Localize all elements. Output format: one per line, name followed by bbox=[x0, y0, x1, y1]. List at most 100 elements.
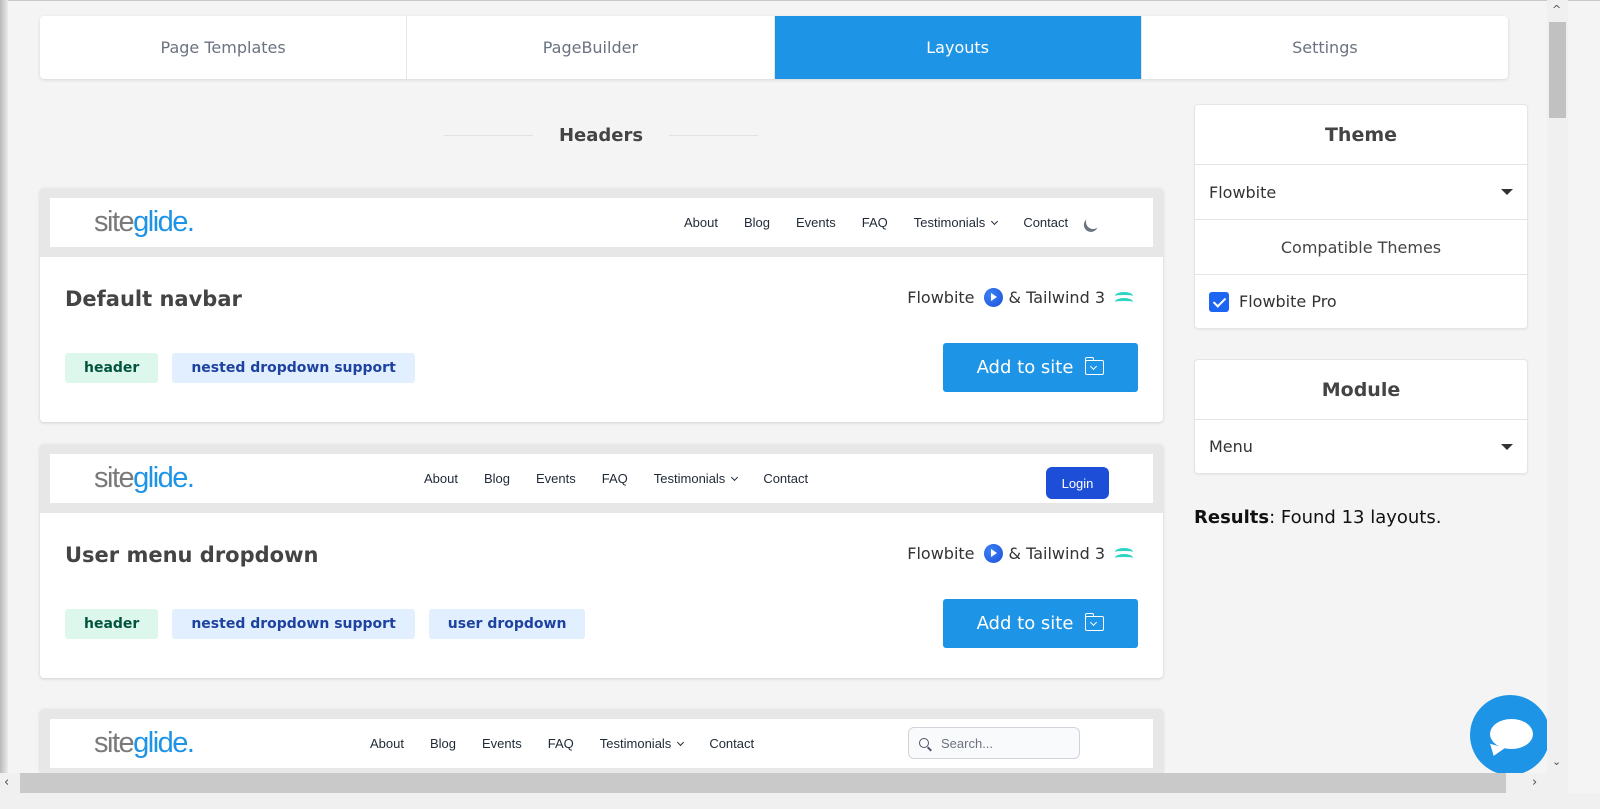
nav-item-about: About bbox=[370, 736, 404, 751]
scroll-down-icon[interactable]: ⌄ bbox=[1552, 755, 1561, 768]
module-filter-panel: Module Menu bbox=[1194, 359, 1528, 474]
window-left-edge bbox=[0, 0, 8, 809]
nav-item-contact: Contact bbox=[709, 736, 755, 751]
folder-download-icon bbox=[1084, 613, 1105, 631]
chevron-down-icon bbox=[731, 473, 739, 481]
module-selected-value: Menu bbox=[1209, 437, 1253, 456]
layout-title: User menu dropdown bbox=[65, 543, 319, 567]
add-to-site-button[interactable]: Add to site bbox=[943, 343, 1138, 392]
tailwind-icon bbox=[1115, 291, 1135, 304]
compatibility-info: Flowbite & Tailwind 3 bbox=[907, 544, 1135, 563]
chevron-down-icon bbox=[991, 217, 999, 225]
results-text: : Found 13 layouts. bbox=[1269, 507, 1442, 528]
chat-button[interactable] bbox=[1470, 695, 1550, 775]
search-icon bbox=[919, 738, 929, 748]
results-label: Results bbox=[1194, 507, 1270, 528]
preview-nav: About Blog Events FAQ Testimonials Conta… bbox=[370, 719, 780, 768]
theme-selected-value: Flowbite bbox=[1209, 182, 1277, 202]
preview-nav: About Blog Events FAQ Testimonials Conta… bbox=[684, 198, 1094, 247]
tab-pagebuilder[interactable]: PageBuilder bbox=[407, 16, 775, 79]
scroll-right-icon[interactable]: › bbox=[1532, 775, 1537, 790]
scroll-up-icon[interactable]: ^ bbox=[1552, 3, 1561, 16]
add-to-site-label: Add to site bbox=[976, 357, 1074, 378]
nav-item-blog: Blog bbox=[429, 736, 457, 751]
flowbite-icon bbox=[983, 544, 1003, 563]
window-bottom-edge bbox=[0, 793, 1600, 809]
horizontal-scrollbar[interactable]: ‹ › bbox=[0, 773, 1568, 793]
compat-framework: & Tailwind 3 bbox=[1008, 544, 1105, 563]
compat-framework: & Tailwind 3 bbox=[1008, 288, 1105, 307]
add-to-site-label: Add to site bbox=[976, 613, 1074, 634]
nav-item-events: Events bbox=[536, 471, 576, 486]
flowbite-pro-checkbox[interactable] bbox=[1209, 291, 1229, 312]
layout-card: siteglide. About Blog Events FAQ Testimo… bbox=[40, 709, 1163, 773]
nav-item-testimonials: Testimonials bbox=[914, 215, 999, 230]
results-summary: Results: Found 13 layouts. bbox=[1194, 507, 1441, 528]
nav-item-blog: Blog bbox=[743, 215, 771, 230]
nav-item-faq: FAQ bbox=[547, 736, 574, 751]
scroll-left-icon[interactable]: ‹ bbox=[4, 775, 9, 790]
tab-page-templates[interactable]: Page Templates bbox=[40, 16, 408, 79]
folder-download-icon bbox=[1084, 357, 1105, 375]
checkbox-label: Flowbite Pro bbox=[1239, 292, 1337, 311]
flowbite-icon bbox=[983, 288, 1003, 307]
siteglide-logo: siteglide. bbox=[94, 462, 195, 494]
nav-item-about: About bbox=[684, 215, 718, 230]
nav-item-contact: Contact bbox=[763, 471, 809, 486]
module-heading: Module bbox=[1195, 360, 1527, 420]
tag-list: header nested dropdown support bbox=[65, 353, 429, 383]
add-to-site-button[interactable]: Add to site bbox=[943, 599, 1138, 648]
siteglide-logo: siteglide. bbox=[94, 206, 195, 238]
search-placeholder: Search... bbox=[941, 735, 994, 751]
siteglide-logo: siteglide. bbox=[94, 727, 195, 759]
nav-item-blog: Blog bbox=[483, 471, 511, 486]
layout-title: Default navbar bbox=[65, 287, 242, 311]
nav-item-contact: Contact bbox=[1023, 215, 1069, 230]
layout-card: siteglide. About Blog Events FAQ Testimo… bbox=[40, 188, 1163, 422]
theme-heading: Theme bbox=[1195, 105, 1527, 165]
module-select[interactable]: Menu bbox=[1195, 420, 1527, 473]
caret-down-icon bbox=[1501, 189, 1513, 195]
horizontal-scroll-thumb[interactable] bbox=[20, 773, 1506, 793]
tag: user dropdown bbox=[428, 609, 586, 639]
nav-item-testimonials: Testimonials bbox=[654, 471, 739, 486]
compatible-theme-option[interactable]: Flowbite Pro bbox=[1195, 275, 1527, 328]
vertical-scrollbar[interactable]: ^ ⌄ bbox=[1547, 0, 1568, 773]
theme-filter-panel: Theme Flowbite Compatible Themes Flowbit… bbox=[1194, 104, 1528, 329]
nav-item-faq: FAQ bbox=[861, 215, 888, 230]
tag-list: header nested dropdown support user drop… bbox=[65, 609, 599, 639]
nav-item-faq: FAQ bbox=[601, 471, 628, 486]
tag: header bbox=[65, 609, 159, 639]
section-title: Headers bbox=[558, 124, 644, 146]
tag: nested dropdown support bbox=[172, 353, 415, 383]
tab-settings[interactable]: Settings bbox=[1142, 16, 1508, 79]
nav-item-events: Events bbox=[482, 736, 522, 751]
theme-select[interactable]: Flowbite bbox=[1195, 165, 1527, 220]
nav-item-testimonials: Testimonials bbox=[600, 736, 685, 751]
layout-preview[interactable]: siteglide. About Blog Events FAQ Testimo… bbox=[40, 709, 1163, 773]
nav-item-events: Events bbox=[796, 215, 836, 230]
vertical-scroll-thumb[interactable] bbox=[1549, 22, 1566, 118]
tailwind-icon bbox=[1115, 547, 1135, 560]
preview-nav: About Blog Events FAQ Testimonials Conta… bbox=[424, 454, 834, 503]
window-top-edge bbox=[0, 0, 1600, 1]
preview-search-input: Search... bbox=[908, 727, 1080, 759]
divider bbox=[444, 134, 533, 136]
layout-card: siteglide. About Blog Events FAQ Testimo… bbox=[40, 444, 1163, 678]
divider bbox=[669, 134, 759, 136]
preview-login-button: Login bbox=[1046, 467, 1109, 499]
compatibility-info: Flowbite & Tailwind 3 bbox=[907, 288, 1135, 307]
tag: header bbox=[65, 353, 159, 383]
caret-down-icon bbox=[1501, 443, 1513, 450]
nav-item-about: About bbox=[424, 471, 458, 486]
layout-preview[interactable]: siteglide. About Blog Events FAQ Testimo… bbox=[40, 188, 1163, 257]
compat-theme: Flowbite bbox=[907, 544, 975, 563]
chevron-down-icon bbox=[677, 738, 685, 746]
layout-preview[interactable]: siteglide. About Blog Events FAQ Testimo… bbox=[40, 444, 1163, 513]
compat-theme: Flowbite bbox=[907, 288, 975, 307]
compatible-themes-heading: Compatible Themes bbox=[1195, 220, 1527, 275]
tab-layouts[interactable]: Layouts bbox=[774, 16, 1142, 79]
main-tabs: Page Templates PageBuilder Layouts Setti… bbox=[40, 16, 1508, 79]
section-heading: Headers bbox=[444, 122, 759, 148]
tag: nested dropdown support bbox=[172, 609, 415, 639]
